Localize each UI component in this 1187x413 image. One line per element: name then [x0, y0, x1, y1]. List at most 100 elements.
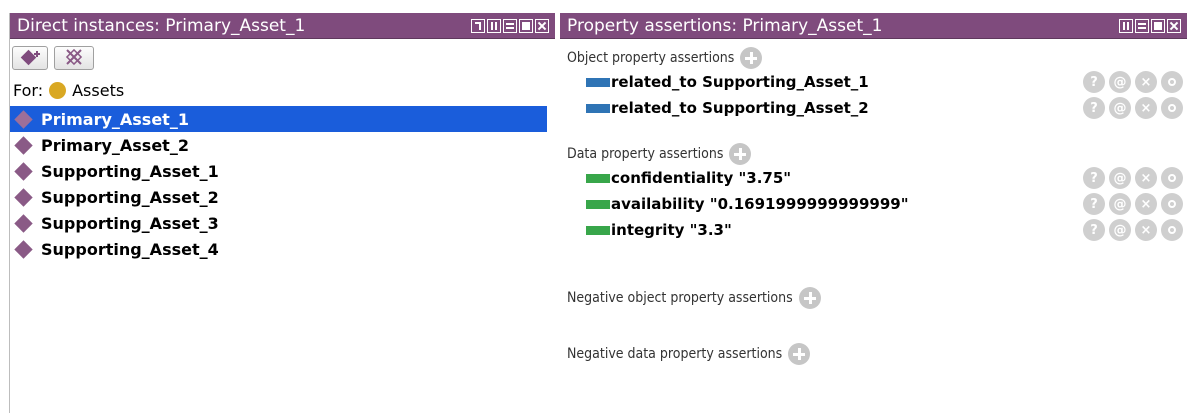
data-property-list: confidentiality "3.75" ? @ × availabilit… [560, 165, 1187, 243]
instance-label: Supporting_Asset_4 [41, 239, 219, 259]
annotate-icon[interactable]: @ [1109, 219, 1131, 241]
edit-icon[interactable] [1161, 167, 1183, 189]
help-icon[interactable]: ? [1083, 97, 1105, 119]
property-assertions-titlebar: Property assertions: Primary_Asset_1 [560, 13, 1187, 39]
property-assertions-panel: Property assertions: Primary_Asset_1 Obj… [560, 13, 1187, 413]
for-label: For: [13, 80, 44, 100]
add-object-property-button[interactable] [740, 47, 763, 69]
edit-icon[interactable] [1161, 219, 1183, 241]
add-negative-object-property-button[interactable] [798, 287, 821, 309]
list-item[interactable]: Primary_Asset_2 [10, 132, 555, 158]
window-buttons [471, 18, 549, 33]
split-vertical-icon[interactable] [1119, 18, 1133, 33]
assertion-text: related_to Supporting_Asset_2 [611, 99, 869, 117]
row-actions: ? @ × [1083, 71, 1183, 93]
object-property-icon [586, 77, 610, 87]
data-property-section: Data property assertions [560, 143, 1187, 165]
direct-instances-panel: Direct instances: Primary_Asset_1 For: A… [9, 13, 555, 413]
row-actions: ? @ × [1083, 219, 1183, 241]
delete-icon[interactable]: × [1135, 193, 1157, 215]
assertion-text: integrity "3.3" [611, 221, 732, 239]
individual-icon [14, 161, 33, 181]
delete-individual-icon [65, 49, 83, 66]
data-property-icon [586, 225, 610, 235]
delete-individual-button[interactable] [54, 46, 94, 70]
list-item[interactable]: Supporting_Asset_3 [10, 210, 555, 236]
help-icon[interactable]: ? [1083, 193, 1105, 215]
delete-icon[interactable]: × [1135, 97, 1157, 119]
section-title: Object property assertions [567, 50, 735, 66]
list-item[interactable]: Primary_Asset_1 [10, 106, 547, 132]
split-horizontal-icon[interactable] [503, 18, 517, 33]
object-property-icon [586, 103, 610, 113]
delete-icon[interactable]: × [1135, 71, 1157, 93]
row-actions: ? @ × [1083, 193, 1183, 215]
class-name: Assets [72, 80, 125, 100]
edit-icon[interactable] [1161, 71, 1183, 93]
section-header: Data property assertions [567, 143, 1187, 165]
object-property-section: Object property assertions [560, 47, 1187, 69]
help-icon[interactable]: ? [1083, 167, 1105, 189]
delete-icon[interactable]: × [1135, 167, 1157, 189]
instances-toolbar [10, 39, 555, 70]
add-negative-data-property-button[interactable] [788, 343, 811, 365]
annotate-icon[interactable]: @ [1109, 71, 1131, 93]
help-icon[interactable]: ? [1083, 219, 1105, 241]
assertion-row[interactable]: availability "0.1691999999999999" ? @ × [560, 191, 1187, 217]
split-vertical-icon[interactable] [487, 18, 501, 33]
individual-icon [14, 187, 33, 207]
close-icon[interactable] [535, 18, 549, 33]
instance-label: Supporting_Asset_1 [41, 161, 219, 181]
assertion-row[interactable]: confidentiality "3.75" ? @ × [560, 165, 1187, 191]
assertion-text: related_to Supporting_Asset_1 [611, 73, 869, 91]
direct-instances-titlebar: Direct instances: Primary_Asset_1 [10, 13, 555, 39]
edit-icon[interactable] [1161, 97, 1183, 119]
row-actions: ? @ × [1083, 167, 1183, 189]
assertion-row[interactable]: related_to Supporting_Asset_2 ? @ × [560, 95, 1187, 121]
assertion-text: availability "0.1691999999999999" [611, 195, 909, 213]
data-property-icon [586, 199, 610, 209]
individual-icon [14, 213, 33, 233]
assertion-row[interactable]: related_to Supporting_Asset_1 ? @ × [560, 69, 1187, 95]
class-icon [49, 81, 67, 99]
list-item[interactable]: Supporting_Asset_1 [10, 158, 555, 184]
individual-icon [14, 109, 33, 129]
instance-list: Primary_Asset_1 Primary_Asset_2 Supporti… [10, 106, 555, 262]
maximize-icon[interactable] [519, 18, 533, 33]
section-title: Data property assertions [567, 146, 724, 162]
panel-title: Direct instances: Primary_Asset_1 [17, 15, 306, 36]
list-item[interactable]: Supporting_Asset_2 [10, 184, 555, 210]
individual-icon [14, 135, 33, 155]
split-horizontal-icon[interactable] [1135, 18, 1149, 33]
delete-icon[interactable]: × [1135, 219, 1157, 241]
list-item[interactable]: Supporting_Asset_4 [10, 236, 555, 262]
annotate-icon[interactable]: @ [1109, 167, 1131, 189]
section-header: Negative object property assertions [567, 287, 1187, 309]
instance-label: Primary_Asset_1 [41, 109, 189, 129]
add-individual-button[interactable] [12, 46, 48, 70]
individual-icon [14, 239, 33, 259]
help-icon[interactable] [471, 18, 485, 33]
edit-icon[interactable] [1161, 193, 1183, 215]
object-property-list: related_to Supporting_Asset_1 ? @ × rela… [560, 69, 1187, 121]
annotate-icon[interactable]: @ [1109, 97, 1131, 119]
section-header: Object property assertions [567, 47, 1187, 69]
assertion-text: confidentiality "3.75" [611, 169, 792, 187]
close-icon[interactable] [1167, 18, 1181, 33]
add-individual-icon [20, 49, 40, 66]
class-filter-line: For: Assets [10, 70, 555, 100]
help-icon[interactable]: ? [1083, 71, 1105, 93]
data-property-icon [586, 173, 610, 183]
instance-label: Supporting_Asset_3 [41, 213, 219, 233]
negative-data-property-section: Negative data property assertions [560, 343, 1187, 365]
instance-label: Supporting_Asset_2 [41, 187, 219, 207]
maximize-icon[interactable] [1151, 18, 1165, 33]
row-actions: ? @ × [1083, 97, 1183, 119]
assertion-row[interactable]: integrity "3.3" ? @ × [560, 217, 1187, 243]
window-buttons [1119, 18, 1181, 33]
section-title: Negative data property assertions [567, 346, 783, 362]
add-data-property-button[interactable] [729, 143, 752, 165]
section-title: Negative object property assertions [567, 290, 793, 306]
annotate-icon[interactable]: @ [1109, 193, 1131, 215]
panel-title: Property assertions: Primary_Asset_1 [567, 15, 883, 36]
